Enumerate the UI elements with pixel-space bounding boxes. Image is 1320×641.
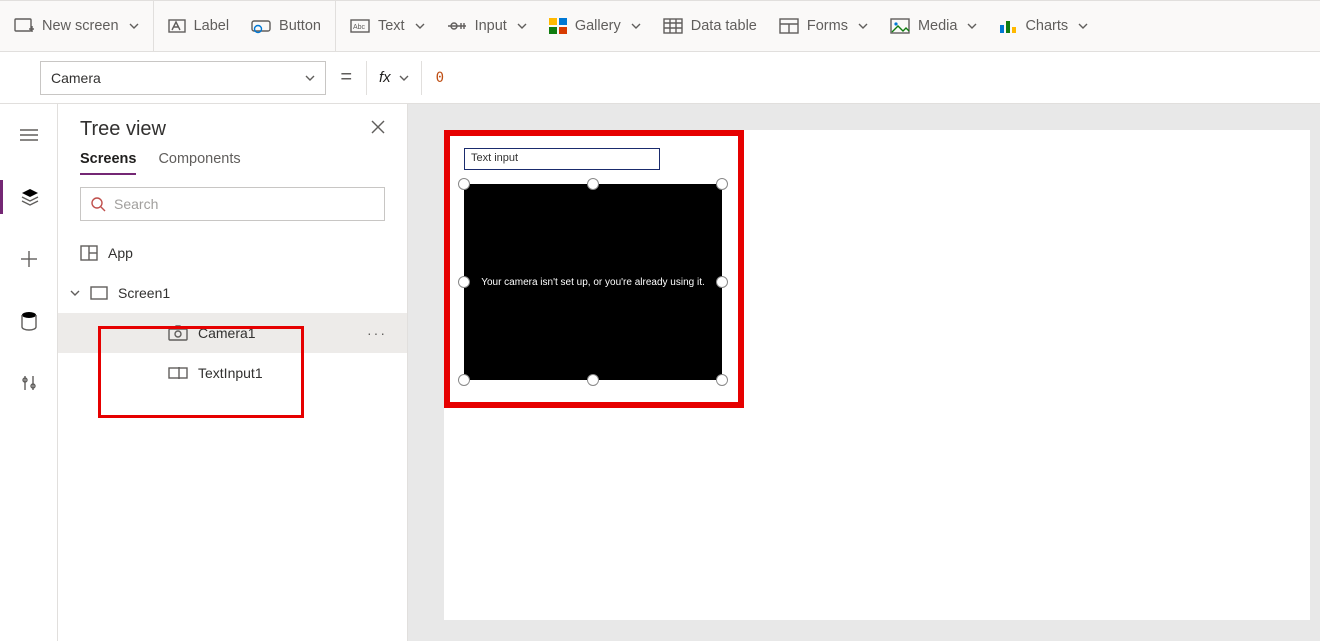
resize-handle[interactable]	[458, 374, 470, 386]
data-table-label: Data table	[691, 18, 757, 34]
input-dropdown[interactable]: Input	[447, 18, 527, 34]
textinput-value: Text input	[471, 152, 518, 164]
formula-value[interactable]: 0	[422, 70, 444, 86]
tree-view-panel: Tree view Screens Components Search App …	[58, 104, 408, 641]
more-button[interactable]: ···	[367, 325, 387, 341]
text-input-icon	[168, 367, 188, 379]
chevron-down-icon	[415, 21, 425, 31]
button-label: Button	[279, 18, 321, 34]
button-icon	[251, 18, 271, 34]
resize-handle[interactable]	[587, 178, 599, 190]
camera-message: Your camera isn't set up, or you're alre…	[481, 277, 705, 288]
tree-label: TextInput1	[198, 365, 263, 381]
data-table-icon	[663, 18, 683, 34]
tree-node-screen1[interactable]: Screen1	[58, 273, 407, 313]
media-label: Media	[918, 18, 958, 34]
charts-dropdown[interactable]: Charts	[999, 18, 1088, 34]
media-icon	[890, 18, 910, 34]
tree-view-rail-button[interactable]	[0, 180, 58, 214]
forms-dropdown[interactable]: Forms	[779, 18, 868, 34]
chevron-down-icon	[305, 73, 315, 83]
insert-rail-button[interactable]	[0, 242, 58, 276]
property-name: Camera	[51, 70, 101, 86]
input-icon	[447, 19, 467, 33]
property-dropdown[interactable]: Camera	[40, 61, 326, 95]
chevron-down-icon	[1078, 21, 1088, 31]
tree-label: Screen1	[118, 285, 170, 301]
fx-label: fx	[379, 69, 391, 86]
forms-label: Forms	[807, 18, 848, 34]
canvas-screen[interactable]: Text input Your camera isn't set up, or …	[444, 130, 1310, 620]
charts-label: Charts	[1025, 18, 1068, 34]
tree-node-textinput1[interactable]: TextInput1	[58, 353, 407, 393]
input-label: Input	[475, 18, 507, 34]
label-button[interactable]: Label	[168, 18, 229, 34]
chevron-down-icon	[517, 21, 527, 31]
panel-title: Tree view	[80, 118, 166, 141]
chevron-down-icon	[631, 21, 641, 31]
tab-screens[interactable]: Screens	[80, 151, 136, 175]
resize-handle[interactable]	[587, 374, 599, 386]
chevron-down-icon	[399, 73, 409, 83]
tree-label: Camera1	[198, 325, 256, 341]
fx-toggle[interactable]: fx	[366, 61, 422, 95]
insert-ribbon: New screen Label Button Abc Text	[0, 0, 1320, 52]
gallery-icon	[549, 18, 567, 34]
label-label: Label	[194, 18, 229, 34]
tree-search-input[interactable]: Search	[80, 187, 385, 221]
app-icon	[80, 245, 98, 261]
forms-icon	[779, 18, 799, 34]
search-placeholder: Search	[114, 196, 158, 212]
data-rail-button[interactable]	[0, 304, 58, 338]
new-screen-button[interactable]: New screen	[14, 18, 139, 34]
camera-icon	[168, 325, 188, 341]
screen-plus-icon	[14, 18, 34, 34]
equals-sign: =	[326, 66, 366, 89]
resize-handle[interactable]	[458, 178, 470, 190]
text-icon: Abc	[350, 19, 370, 33]
button-button[interactable]: Button	[251, 18, 321, 34]
tools-rail-button[interactable]	[0, 366, 58, 400]
left-rail	[0, 104, 58, 641]
label-icon	[168, 18, 186, 34]
text-label: Text	[378, 18, 405, 34]
chevron-down-icon	[858, 21, 868, 31]
svg-text:Abc: Abc	[353, 24, 366, 31]
gallery-label: Gallery	[575, 18, 621, 34]
textinput-control[interactable]: Text input	[464, 148, 660, 170]
tree: App Screen1 Camera1 ··· TextInput1	[58, 233, 407, 393]
resize-handle[interactable]	[716, 178, 728, 190]
formula-bar: Camera = fx 0	[0, 52, 1320, 104]
data-table-button[interactable]: Data table	[663, 18, 757, 34]
canvas-area: Text input Your camera isn't set up, or …	[408, 104, 1320, 641]
close-panel-button[interactable]	[371, 120, 385, 139]
text-dropdown[interactable]: Abc Text	[350, 18, 425, 34]
resize-handle[interactable]	[458, 276, 470, 288]
new-screen-label: New screen	[42, 18, 119, 34]
resize-handle[interactable]	[716, 374, 728, 386]
chevron-down-icon	[967, 21, 977, 31]
chevron-down-icon	[70, 288, 80, 298]
resize-handle[interactable]	[716, 276, 728, 288]
chevron-down-icon	[129, 21, 139, 31]
charts-icon	[999, 18, 1017, 34]
tab-components[interactable]: Components	[158, 151, 240, 175]
hamburger-button[interactable]	[0, 118, 58, 152]
media-dropdown[interactable]: Media	[890, 18, 978, 34]
tree-label: App	[108, 245, 133, 261]
search-icon	[91, 197, 106, 212]
tree-node-app[interactable]: App	[58, 233, 407, 273]
screen-icon	[90, 286, 108, 300]
gallery-dropdown[interactable]: Gallery	[549, 18, 641, 34]
tree-node-camera1[interactable]: Camera1 ···	[58, 313, 407, 353]
camera-control[interactable]: Your camera isn't set up, or you're alre…	[464, 184, 722, 380]
